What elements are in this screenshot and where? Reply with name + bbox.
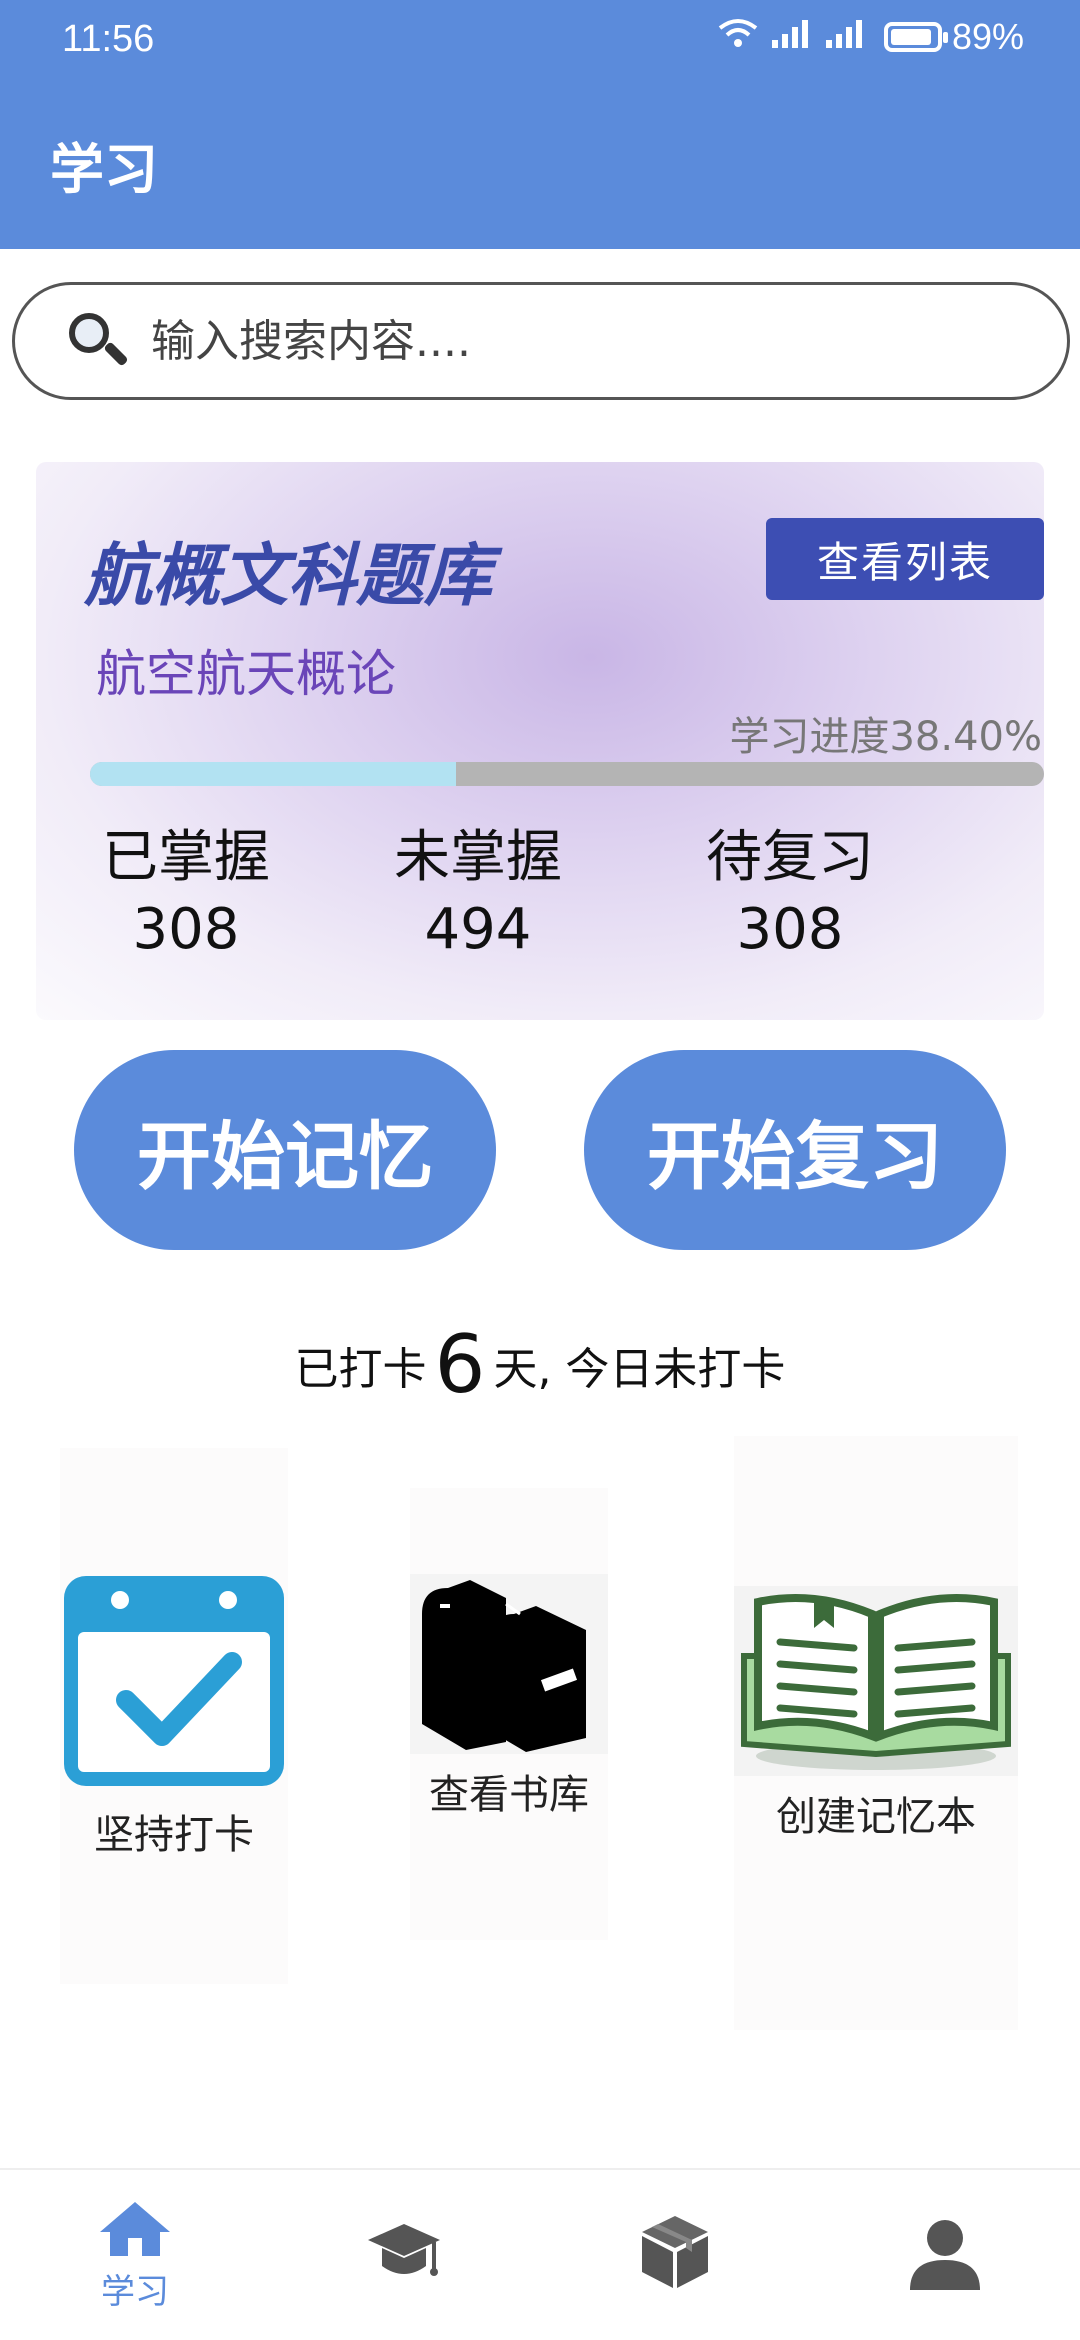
stat-value: 494 — [424, 897, 532, 962]
open-book-icon — [734, 1586, 1018, 1780]
checkin-suffix: 天, 今日未打卡 — [493, 1344, 786, 1395]
nav-item-study[interactable]: 学习 — [98, 2200, 172, 2313]
stat-label: 待复习 — [706, 825, 874, 890]
create-notebook-tile[interactable]: 创建记忆本 — [734, 1436, 1018, 2030]
view-library-tile-label: 查看书库 — [429, 1772, 589, 1818]
view-library-tile[interactable]: 查看书库 — [410, 1488, 608, 1940]
wifi-icon — [718, 18, 758, 56]
books-icon — [410, 1574, 608, 1758]
create-notebook-tile-label: 创建记忆本 — [776, 1794, 976, 1840]
start-memory-button[interactable]: 开始记忆 — [74, 1050, 496, 1250]
view-list-button[interactable]: 查看列表 — [766, 518, 1044, 600]
nav-item-label: 学习 — [101, 2272, 169, 2312]
checkin-days: 6 — [434, 1318, 486, 1411]
search-input[interactable] — [151, 315, 1011, 367]
checkin-status: 已打卡 6 天, 今日未打卡 — [0, 1318, 1080, 1411]
home-icon — [98, 2200, 172, 2262]
stat-label: 已掌握 — [102, 825, 270, 890]
stat-mastered: 已掌握 308 — [66, 812, 306, 962]
stat-label: 未掌握 — [394, 825, 562, 890]
battery-level: 89% — [951, 16, 1024, 57]
signal-icon — [822, 18, 866, 56]
start-review-button[interactable]: 开始复习 — [584, 1050, 1006, 1250]
library-subtitle: 航空航天概论 — [96, 645, 396, 703]
stat-value: 308 — [132, 897, 240, 962]
checkin-tile[interactable]: 坚持打卡 — [60, 1448, 288, 1984]
nav-item-profile[interactable] — [908, 2218, 982, 2296]
bottom-nav: 学习 — [0, 2168, 1080, 2340]
search-bar[interactable] — [12, 282, 1070, 400]
checkin-tile-label: 坚持打卡 — [94, 1812, 254, 1858]
status-time: 11:56 — [62, 18, 155, 60]
nav-item-courses[interactable] — [366, 2220, 442, 2288]
calendar-check-icon — [60, 1566, 288, 1796]
signal-icon — [768, 18, 812, 56]
library-title: 航概文科题库 — [84, 537, 493, 616]
status-indicators: 89% — [718, 16, 1024, 58]
nav-item-resources[interactable] — [640, 2214, 710, 2294]
battery-icon — [883, 22, 948, 52]
library-card: 航概文科题库 航空航天概论 查看列表 学习进度38.40% 已掌握 308 未掌… — [36, 462, 1044, 1020]
checkin-prefix: 已打卡 — [294, 1344, 427, 1395]
app-bar: 11:56 89% 学习 — [0, 0, 1080, 249]
progress-fill — [90, 762, 457, 786]
stat-unmastered: 未掌握 494 — [358, 812, 598, 962]
graduation-cap-icon — [366, 2220, 442, 2288]
progress-text: 学习进度38.40% — [729, 714, 1042, 760]
page-title: 学习 — [50, 138, 158, 201]
stat-value: 308 — [736, 897, 844, 962]
user-icon — [908, 2218, 982, 2296]
stat-to-review: 待复习 308 — [670, 812, 910, 962]
box-icon — [640, 2214, 710, 2294]
progress-bar — [90, 762, 1044, 786]
search-icon — [65, 309, 129, 373]
